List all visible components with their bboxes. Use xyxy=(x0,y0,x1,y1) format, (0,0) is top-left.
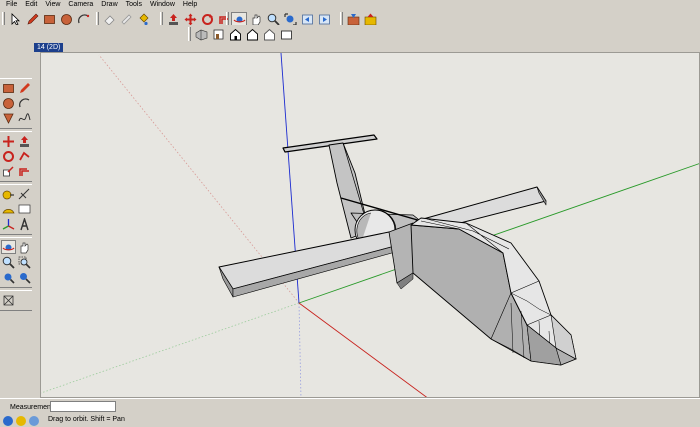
top-view-icon[interactable] xyxy=(210,27,226,42)
push-pull-icon[interactable] xyxy=(17,134,32,148)
left-toolbar-group-construct xyxy=(0,184,32,235)
freehand-icon[interactable] xyxy=(17,111,32,125)
scale-icon[interactable] xyxy=(1,164,16,178)
menu-file[interactable]: File xyxy=(2,0,21,10)
menu-window[interactable]: Window xyxy=(146,0,179,10)
offset-icon[interactable] xyxy=(17,164,32,178)
left-toolbar-group-camera xyxy=(0,237,32,288)
follow-me-icon[interactable] xyxy=(17,149,32,163)
tape-measure-icon[interactable] xyxy=(1,187,16,201)
3d-text-icon[interactable] xyxy=(17,217,32,231)
arc-icon[interactable] xyxy=(17,96,32,110)
rectangle-icon[interactable] xyxy=(1,81,16,95)
right-view-icon[interactable] xyxy=(244,27,260,42)
rotate-icon[interactable] xyxy=(1,149,16,163)
orbit-icon[interactable] xyxy=(1,240,16,254)
toolbar-group-views xyxy=(188,26,295,42)
position-camera-icon[interactable] xyxy=(1,293,16,307)
left-view-icon[interactable] xyxy=(278,27,294,42)
status-hint: Drag to orbit. Shift = Pan xyxy=(48,416,125,423)
toolbar-grip[interactable] xyxy=(226,12,229,26)
left-toolbar-group-draw xyxy=(0,78,32,129)
polygon-icon[interactable] xyxy=(1,111,16,125)
axes-icon[interactable] xyxy=(1,217,16,231)
green-axis-negative xyxy=(41,302,300,394)
airplane-model[interactable] xyxy=(218,134,577,366)
scene-tab[interactable]: 14 (2D) xyxy=(34,43,64,52)
text-icon[interactable] xyxy=(17,202,32,216)
credits-icon[interactable] xyxy=(16,416,26,426)
toolbar-grip[interactable] xyxy=(2,12,5,26)
left-toolbar-group-modify xyxy=(0,131,32,182)
zoom-window-icon[interactable] xyxy=(17,255,32,269)
iso-view-icon[interactable] xyxy=(193,27,209,42)
toolbar-grip[interactable] xyxy=(340,12,343,26)
circle-icon[interactable] xyxy=(1,96,16,110)
pan-icon[interactable] xyxy=(17,240,32,254)
help-icon[interactable] xyxy=(29,416,39,426)
menu-edit[interactable]: Edit xyxy=(21,0,41,10)
left-wing xyxy=(218,231,400,290)
menu-tools[interactable]: Tools xyxy=(122,0,146,10)
status-bar: Measurements Drag to orbit. Shift = Pan xyxy=(0,398,700,427)
menu-view[interactable]: View xyxy=(41,0,64,10)
geo-location-icon[interactable] xyxy=(3,416,13,426)
blue-axis-negative xyxy=(298,302,302,397)
model-canvas[interactable] xyxy=(41,53,700,398)
toolbar-grip[interactable] xyxy=(96,12,99,26)
menu-camera[interactable]: Camera xyxy=(64,0,97,10)
toolbar-grip[interactable] xyxy=(188,27,191,41)
zoom-icon[interactable] xyxy=(1,255,16,269)
previous-view-icon[interactable] xyxy=(17,270,32,284)
menu-draw[interactable]: Draw xyxy=(97,0,121,10)
zoom-extents-icon[interactable] xyxy=(1,270,16,284)
back-view-icon[interactable] xyxy=(261,27,277,42)
pencil-icon[interactable] xyxy=(17,81,32,95)
protractor-icon[interactable] xyxy=(1,202,16,216)
left-toolbar-group-walk xyxy=(0,290,32,311)
status-icons xyxy=(3,416,39,426)
left-toolbar xyxy=(0,78,32,313)
measurements-input[interactable] xyxy=(50,401,116,412)
menu-bar: File Edit View Camera Draw Tools Window … xyxy=(0,0,700,10)
front-view-icon[interactable] xyxy=(227,27,243,42)
menu-help[interactable]: Help xyxy=(179,0,201,10)
move-icon[interactable] xyxy=(1,134,16,148)
views-toolbar xyxy=(0,25,700,43)
dimension-icon[interactable] xyxy=(17,187,32,201)
red-axis xyxy=(298,302,428,397)
toolbar-grip[interactable] xyxy=(160,12,163,26)
drawing-viewport[interactable] xyxy=(40,52,700,398)
